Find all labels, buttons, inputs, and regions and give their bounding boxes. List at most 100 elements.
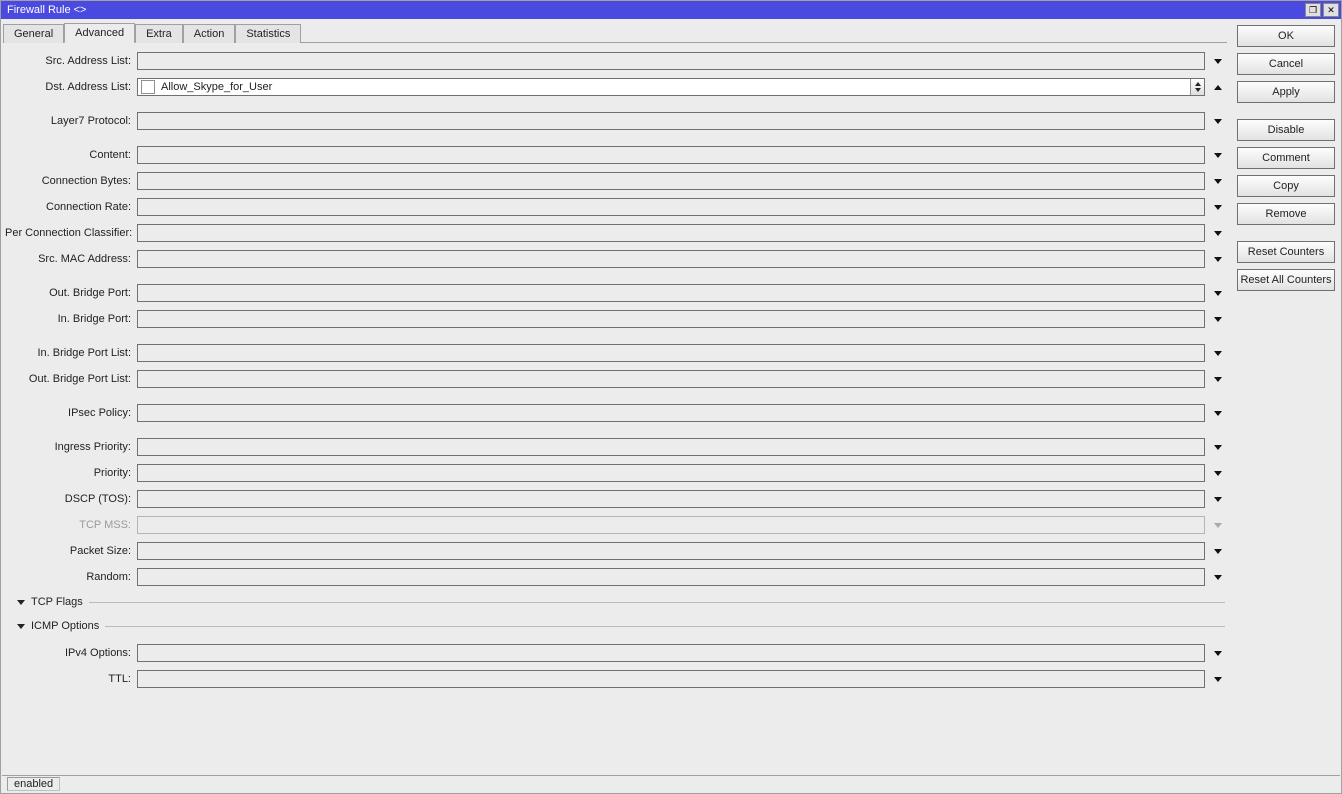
chevron-down-icon [1214, 119, 1222, 124]
row-in-bridge-port-list: In. Bridge Port List: [5, 343, 1225, 363]
input-dst-address-list[interactable]: Allow_Skype_for_User [137, 78, 1205, 96]
comment-button[interactable]: Comment [1237, 147, 1335, 169]
expand-layer7-protocol[interactable] [1211, 114, 1225, 128]
tab-advanced[interactable]: Advanced [64, 23, 135, 43]
expand-random[interactable] [1211, 570, 1225, 584]
reset-counters-button[interactable]: Reset Counters [1237, 241, 1335, 263]
section-icmp-options[interactable]: ICMP Options [5, 617, 1225, 635]
chevron-down-icon [1214, 549, 1222, 554]
expand-dscp-tos[interactable] [1211, 492, 1225, 506]
input-ingress-priority[interactable] [137, 438, 1205, 456]
status-bar: enabled [2, 775, 1340, 792]
input-ipsec-policy[interactable] [137, 404, 1205, 422]
row-src-mac: Src. MAC Address: [5, 249, 1225, 269]
expand-in-bridge-port-list[interactable] [1211, 346, 1225, 360]
label-src-mac: Src. MAC Address: [5, 253, 137, 265]
section-tcp-flags-title: TCP Flags [31, 596, 83, 608]
input-layer7-protocol[interactable] [137, 112, 1205, 130]
apply-button[interactable]: Apply [1237, 81, 1335, 103]
expand-out-bridge-port[interactable] [1211, 286, 1225, 300]
titlebar: Firewall Rule <> ❐ ✕ [1, 1, 1341, 19]
expand-priority[interactable] [1211, 466, 1225, 480]
input-tcp-mss [137, 516, 1205, 534]
input-in-bridge-port[interactable] [137, 310, 1205, 328]
tab-action[interactable]: Action [183, 24, 236, 43]
reset-all-counters-button[interactable]: Reset All Counters [1237, 269, 1335, 291]
collapse-dst-address-list[interactable] [1211, 80, 1225, 94]
label-dst-address-list: Dst. Address List: [5, 81, 137, 93]
right-panel: OK Cancel Apply Disable Comment Copy Rem… [1233, 19, 1341, 775]
status-text: enabled [7, 777, 60, 791]
divider [105, 626, 1225, 627]
expand-ttl[interactable] [1211, 672, 1225, 686]
chevron-down-icon [1214, 351, 1222, 356]
expand-src-mac[interactable] [1211, 252, 1225, 266]
expand-connection-rate[interactable] [1211, 200, 1225, 214]
row-src-address-list: Src. Address List: [5, 51, 1225, 71]
input-content[interactable] [137, 146, 1205, 164]
tab-statistics[interactable]: Statistics [235, 24, 301, 43]
ok-button[interactable]: OK [1237, 25, 1335, 47]
row-connection-rate: Connection Rate: [5, 197, 1225, 217]
input-src-mac[interactable] [137, 250, 1205, 268]
input-packet-size[interactable] [137, 542, 1205, 560]
main-area: General Advanced Extra Action Statistics… [1, 19, 1341, 775]
input-pcc[interactable] [137, 224, 1205, 242]
input-ttl[interactable] [137, 670, 1205, 688]
expand-pcc[interactable] [1211, 226, 1225, 240]
input-random[interactable] [137, 568, 1205, 586]
form-rows: Src. Address List: Dst. Address List: Al… [3, 43, 1227, 771]
expand-ingress-priority[interactable] [1211, 440, 1225, 454]
divider [89, 602, 1225, 603]
chevron-down-icon [1214, 153, 1222, 158]
chevron-down-icon [1214, 471, 1222, 476]
label-priority: Priority: [5, 467, 137, 479]
expand-connection-bytes[interactable] [1211, 174, 1225, 188]
chevron-down-icon [1214, 575, 1222, 580]
expand-packet-size[interactable] [1211, 544, 1225, 558]
row-connection-bytes: Connection Bytes: [5, 171, 1225, 191]
chevron-down-icon [1214, 651, 1222, 656]
disable-button[interactable]: Disable [1237, 119, 1335, 141]
expand-src-address-list[interactable] [1211, 54, 1225, 68]
label-src-address-list: Src. Address List: [5, 55, 137, 67]
remove-button[interactable]: Remove [1237, 203, 1335, 225]
cancel-button[interactable]: Cancel [1237, 53, 1335, 75]
section-icmp-options-title: ICMP Options [31, 620, 99, 632]
label-out-bridge-port: Out. Bridge Port: [5, 287, 137, 299]
input-in-bridge-port-list[interactable] [137, 344, 1205, 362]
input-priority[interactable] [137, 464, 1205, 482]
expand-ipv4-options[interactable] [1211, 646, 1225, 660]
restore-icon[interactable]: ❐ [1305, 3, 1321, 17]
section-tcp-flags[interactable]: TCP Flags [5, 593, 1225, 611]
tab-bar: General Advanced Extra Action Statistics [3, 21, 1227, 43]
tab-general[interactable]: General [3, 24, 64, 43]
close-icon[interactable]: ✕ [1323, 3, 1339, 17]
input-out-bridge-port[interactable] [137, 284, 1205, 302]
expand-in-bridge-port[interactable] [1211, 312, 1225, 326]
row-dst-address-list: Dst. Address List: Allow_Skype_for_User [5, 77, 1225, 97]
chevron-down-icon [1214, 317, 1222, 322]
input-dscp-tos[interactable] [137, 490, 1205, 508]
dropdown-dst-address-list[interactable] [1190, 79, 1204, 95]
chevron-down-icon [1214, 291, 1222, 296]
expand-content[interactable] [1211, 148, 1225, 162]
chevron-down-icon [1214, 411, 1222, 416]
row-layer7-protocol: Layer7 Protocol: [5, 111, 1225, 131]
chevron-down-icon [1214, 497, 1222, 502]
input-connection-bytes[interactable] [137, 172, 1205, 190]
input-ipv4-options[interactable] [137, 644, 1205, 662]
chevron-down-icon [1214, 257, 1222, 262]
tab-extra[interactable]: Extra [135, 24, 183, 43]
input-out-bridge-port-list[interactable] [137, 370, 1205, 388]
invert-checkbox-dst-address-list[interactable] [141, 80, 155, 94]
input-connection-rate[interactable] [137, 198, 1205, 216]
expand-ipsec-policy[interactable] [1211, 406, 1225, 420]
row-ingress-priority: Ingress Priority: [5, 437, 1225, 457]
titlebar-buttons: ❐ ✕ [1305, 3, 1339, 17]
copy-button[interactable]: Copy [1237, 175, 1335, 197]
row-ipsec-policy: IPsec Policy: [5, 403, 1225, 423]
row-in-bridge-port: In. Bridge Port: [5, 309, 1225, 329]
input-src-address-list[interactable] [137, 52, 1205, 70]
expand-out-bridge-port-list[interactable] [1211, 372, 1225, 386]
